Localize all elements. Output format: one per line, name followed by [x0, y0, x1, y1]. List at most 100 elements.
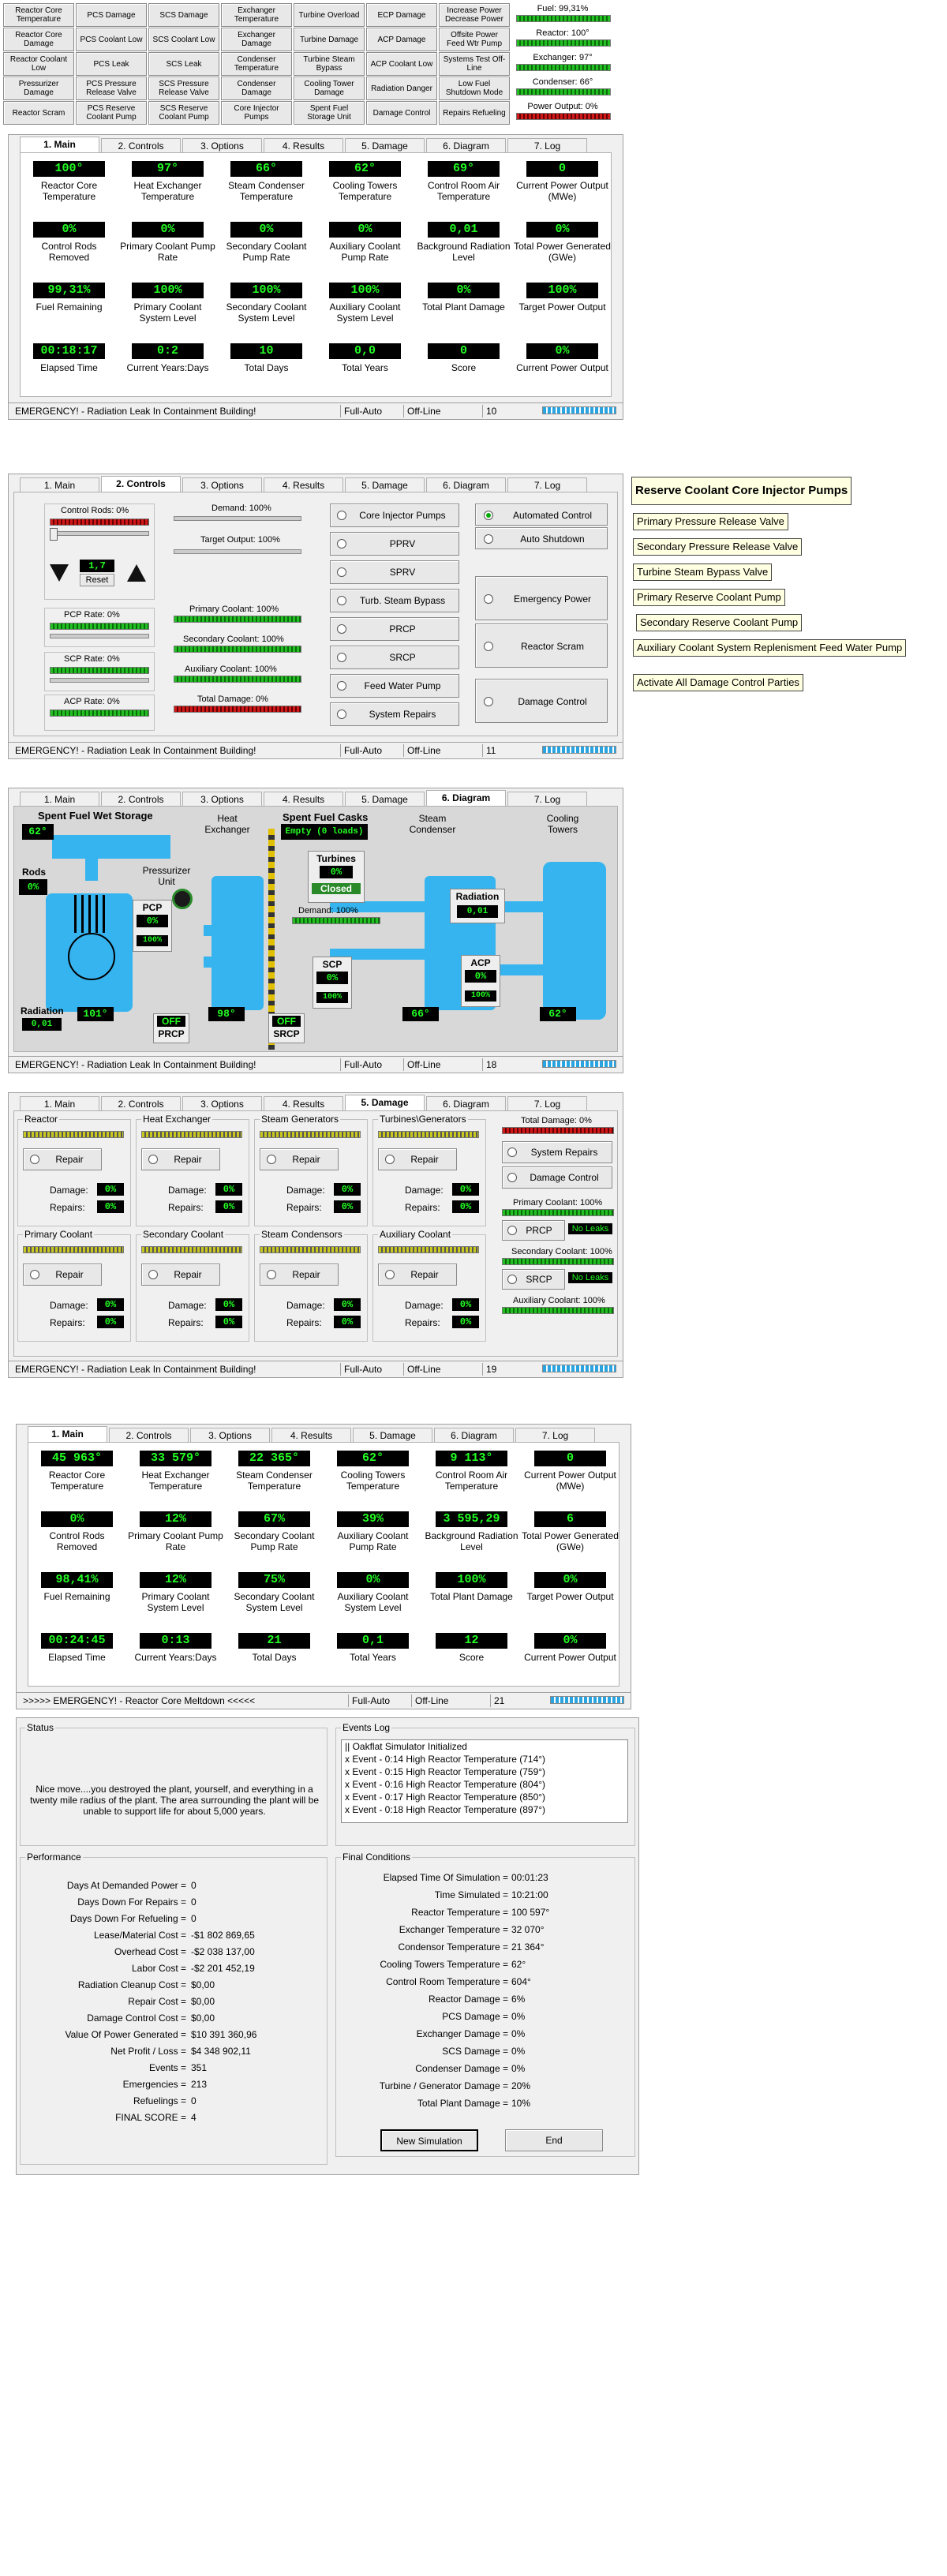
event-item[interactable]: x Event - 0:15 High Reactor Temperature …: [342, 1765, 627, 1778]
alarm-button[interactable]: Turbine Overload: [294, 3, 365, 27]
tab-3[interactable]: 3. Options: [182, 138, 262, 153]
repair-button[interactable]: Repair: [378, 1148, 457, 1170]
toggle-radio[interactable]: [337, 567, 346, 577]
toggle-button[interactable]: PRCP: [330, 617, 459, 641]
repair-button[interactable]: Repair: [378, 1264, 457, 1286]
tab-6[interactable]: 6. Diagram: [426, 477, 506, 492]
event-item[interactable]: x Event - 0:14 High Reactor Temperature …: [342, 1753, 627, 1765]
tab-3[interactable]: 3. Options: [190, 1428, 270, 1443]
repair-radio[interactable]: [148, 1270, 158, 1279]
tab-3[interactable]: 3. Options: [182, 477, 262, 492]
alarm-button[interactable]: PCS Coolant Low: [76, 28, 147, 51]
srcp-button[interactable]: SRCP: [502, 1269, 565, 1290]
alarm-button[interactable]: Reactor Scram: [3, 101, 74, 125]
demand-slider[interactable]: [174, 516, 301, 521]
events-list[interactable]: || Oakflat Simulator Initialized x Event …: [341, 1739, 628, 1823]
toggle-button[interactable]: Turb. Steam Bypass: [330, 589, 459, 612]
alarm-button[interactable]: ECP Damage: [366, 3, 437, 27]
tab-3[interactable]: 3. Options: [182, 792, 262, 807]
alarm-button[interactable]: Repairs Refueling: [439, 101, 510, 125]
event-item[interactable]: || Oakflat Simulator Initialized: [342, 1740, 627, 1753]
system-repairs-button[interactable]: System Repairs: [502, 1141, 612, 1163]
tab-7[interactable]: 7. Log: [507, 792, 587, 807]
alarm-button[interactable]: ACP Coolant Low: [366, 52, 437, 76]
rods-slider-thumb[interactable]: [50, 528, 58, 541]
tab-4[interactable]: 4. Results: [264, 477, 343, 492]
srcp-radio[interactable]: [507, 1275, 517, 1284]
toggle-button[interactable]: SRCP: [330, 646, 459, 669]
rods-down-icon[interactable]: [50, 564, 69, 582]
rods-reset-button[interactable]: Reset: [80, 574, 114, 586]
alarm-button[interactable]: SCS Damage: [148, 3, 219, 27]
target-slider[interactable]: [174, 549, 301, 554]
mode-button[interactable]: Damage Control: [475, 679, 608, 723]
alarm-button[interactable]: Radiation Danger: [366, 77, 437, 100]
tab-1[interactable]: 1. Main: [20, 1096, 99, 1111]
toggle-button[interactable]: Feed Water Pump: [330, 674, 459, 698]
alarm-button[interactable]: Cooling Tower Damage: [294, 77, 365, 100]
repair-radio[interactable]: [30, 1155, 39, 1164]
scp-slider[interactable]: [50, 678, 149, 683]
tab-2[interactable]: 2. Controls: [101, 138, 181, 153]
mode-button[interactable]: Automated Control: [475, 504, 608, 526]
toggle-radio[interactable]: [337, 511, 346, 520]
repair-button[interactable]: Repair: [260, 1148, 339, 1170]
alarm-button[interactable]: SCS Leak: [148, 52, 219, 76]
repair-radio[interactable]: [385, 1270, 395, 1279]
repair-button[interactable]: Repair: [23, 1148, 102, 1170]
repair-button[interactable]: Repair: [141, 1148, 220, 1170]
toggle-button[interactable]: PPRV: [330, 532, 459, 556]
damage-control-radio[interactable]: [507, 1173, 517, 1182]
mode-radio[interactable]: [484, 511, 493, 520]
repair-button[interactable]: Repair: [260, 1264, 339, 1286]
damage-control-button[interactable]: Damage Control: [502, 1166, 612, 1189]
tab-3[interactable]: 3. Options: [182, 1096, 262, 1111]
toggle-radio[interactable]: [337, 596, 346, 605]
repair-radio[interactable]: [267, 1270, 276, 1279]
toggle-button[interactable]: System Repairs: [330, 702, 459, 726]
alarm-button[interactable]: SCS Pressure Release Valve: [148, 77, 219, 100]
tab-1[interactable]: 1. Main: [20, 792, 99, 807]
alarm-button[interactable]: Exchanger Damage: [221, 28, 292, 51]
alarm-button[interactable]: Offsite Power Feed Wtr Pump: [439, 28, 510, 51]
alarm-button[interactable]: Pressurizer Damage: [3, 77, 74, 100]
alarm-button[interactable]: Low Fuel Shutdown Mode: [439, 77, 510, 100]
toggle-radio[interactable]: [337, 539, 346, 549]
tab-4[interactable]: 4. Results: [264, 792, 343, 807]
mode-radio[interactable]: [484, 594, 493, 604]
tab-5[interactable]: 5. Damage: [345, 792, 425, 807]
repair-button[interactable]: Repair: [141, 1264, 220, 1286]
end-button[interactable]: End: [505, 2129, 603, 2151]
alarm-button[interactable]: PCS Pressure Release Valve: [76, 77, 147, 100]
tab-7[interactable]: 7. Log: [515, 1428, 595, 1443]
repair-radio[interactable]: [385, 1155, 395, 1164]
event-item[interactable]: x Event - 0:16 High Reactor Temperature …: [342, 1778, 627, 1791]
tab-2[interactable]: 2. Controls: [101, 792, 181, 807]
pcp-slider[interactable]: [50, 634, 149, 638]
alarm-button[interactable]: Exchanger Temperature: [221, 3, 292, 27]
tab-7[interactable]: 7. Log: [507, 1096, 587, 1111]
tab-7[interactable]: 7. Log: [507, 138, 587, 153]
mode-button[interactable]: Reactor Scram: [475, 623, 608, 668]
event-item[interactable]: x Event - 0:17 High Reactor Temperature …: [342, 1791, 627, 1803]
repair-radio[interactable]: [267, 1155, 276, 1164]
mode-radio[interactable]: [484, 534, 493, 544]
tab-6[interactable]: 6. Diagram: [426, 790, 506, 807]
toggle-button[interactable]: SPRV: [330, 560, 459, 584]
alarm-button[interactable]: Damage Control: [366, 101, 437, 125]
alarm-button[interactable]: PCS Reserve Coolant Pump: [76, 101, 147, 125]
tab-4[interactable]: 4. Results: [271, 1428, 351, 1443]
prcp-radio[interactable]: [507, 1226, 517, 1235]
alarm-button[interactable]: ACP Damage: [366, 28, 437, 51]
new-simulation-button[interactable]: New Simulation: [380, 2129, 478, 2151]
rods-up-icon[interactable]: [127, 564, 146, 582]
tab-5[interactable]: 5. Damage: [353, 1428, 432, 1443]
alarm-button[interactable]: Condenser Damage: [221, 77, 292, 100]
alarm-button[interactable]: Systems Test Off-Line: [439, 52, 510, 76]
alarm-button[interactable]: Reactor Core Temperature: [3, 3, 74, 27]
alarm-button[interactable]: Spent Fuel Storage Unit: [294, 101, 365, 125]
alarm-button[interactable]: SCS Coolant Low: [148, 28, 219, 51]
tab-6[interactable]: 6. Diagram: [426, 138, 506, 153]
tab-2[interactable]: 2. Controls: [109, 1428, 189, 1443]
tab-5[interactable]: 5. Damage: [345, 1095, 425, 1111]
